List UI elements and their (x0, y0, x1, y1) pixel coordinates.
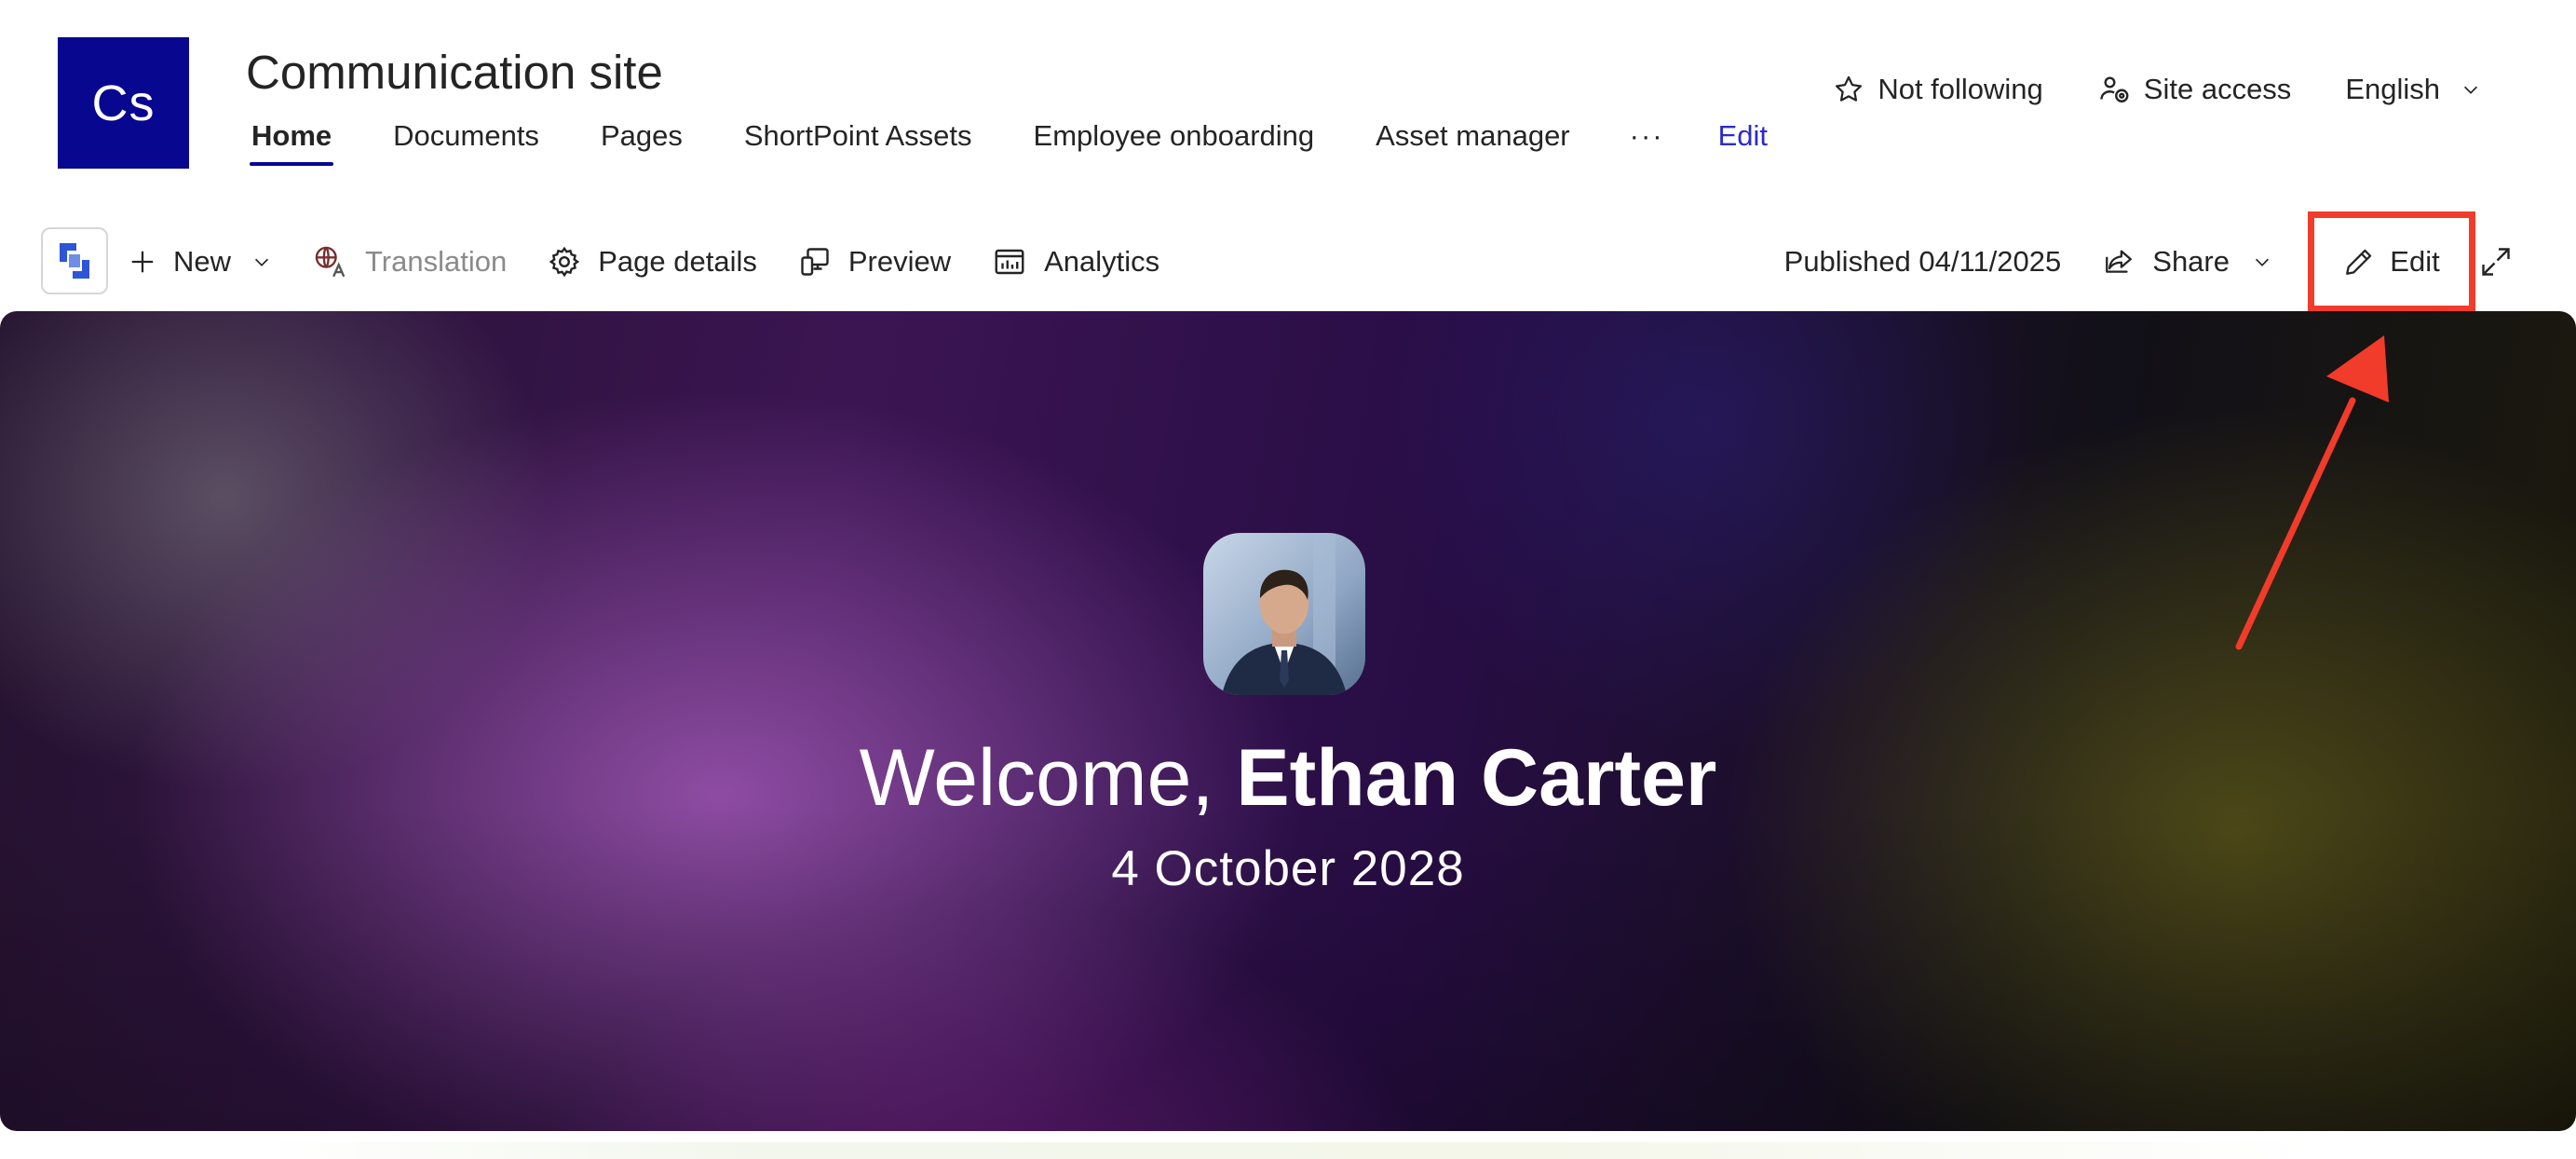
follow-button[interactable]: Not following (1833, 73, 2043, 106)
welcome-heading: Welcome, Ethan Carter (0, 732, 2576, 825)
site-access-label: Site access (2143, 73, 2292, 105)
expand-icon (2482, 248, 2510, 276)
hero-banner: Welcome, Ethan Carter 4 October 2028 (0, 311, 2576, 1131)
shortpoint-logo-icon (60, 243, 89, 279)
page-details-label: Page details (598, 245, 757, 278)
nav-more-button[interactable]: ··· (1630, 119, 1664, 153)
people-settings-icon (2100, 76, 2129, 102)
translation-icon (315, 246, 346, 278)
site-title[interactable]: Communication site (246, 45, 663, 100)
user-avatar (1203, 533, 1365, 695)
nav-item-home[interactable]: Home (250, 119, 334, 166)
welcome-prefix: Welcome, (859, 733, 1237, 823)
user-name: Ethan Carter (1236, 733, 1717, 823)
share-icon (2106, 250, 2133, 273)
page-details-button[interactable]: Page details (548, 245, 757, 279)
hero-date: 4 October 2028 (1111, 841, 1465, 896)
nav-item-pages[interactable]: Pages (599, 119, 685, 166)
command-bar-right: Published 04/11/2025 Share Edit (1783, 211, 2513, 312)
site-access-button[interactable]: Site access (2097, 73, 2292, 106)
nav-item-documents[interactable]: Documents (391, 119, 541, 166)
nav-item-employee-onboarding[interactable]: Employee onboarding (1032, 119, 1317, 166)
chevron-down-icon (2255, 258, 2270, 266)
nav-edit-link[interactable]: Edit (1718, 119, 1768, 153)
edit-label: Edit (2390, 245, 2440, 278)
edit-page-button[interactable]: Edit (2308, 211, 2475, 312)
preview-button[interactable]: Preview (798, 245, 951, 279)
command-bar-left: New Translation Page details Preview Ana… (129, 224, 1200, 300)
translation-label: Translation (365, 245, 508, 278)
page-bottom-edge (0, 1142, 2576, 1159)
gear-icon (549, 246, 580, 278)
translation-button[interactable]: Translation (313, 244, 507, 280)
pencil-icon (2346, 249, 2372, 275)
new-button[interactable]: New (129, 245, 272, 279)
expand-button[interactable] (2479, 245, 2513, 279)
analytics-button[interactable]: Analytics (992, 245, 1159, 279)
star-icon (1836, 75, 1863, 102)
site-navigation: Home Documents Pages ShortPoint Assets E… (250, 119, 1768, 171)
chevron-down-icon (2463, 86, 2478, 94)
follow-label: Not following (1878, 73, 2043, 105)
nav-item-shortpoint-assets[interactable]: ShortPoint Assets (742, 119, 974, 166)
hero-overlay (0, 311, 2576, 1131)
shortpoint-launcher-button[interactable] (41, 227, 108, 294)
language-label: English (2345, 73, 2440, 105)
header-actions: Not following Site access English (1779, 69, 2494, 110)
nav-item-asset-manager[interactable]: Asset manager (1374, 119, 1572, 166)
command-bar: New Translation Page details Preview Ana… (0, 211, 2576, 312)
analytics-icon (995, 249, 1024, 275)
chevron-down-icon (255, 258, 269, 266)
analytics-label: Analytics (1044, 245, 1160, 278)
plus-icon (131, 251, 154, 273)
new-label: New (173, 245, 232, 278)
share-label: Share (2152, 245, 2230, 278)
site-logo[interactable]: Cs (58, 37, 189, 169)
published-status: Published 04/11/2025 (1783, 245, 2062, 278)
language-selector[interactable]: English (2345, 73, 2494, 106)
share-button[interactable]: Share (2102, 245, 2272, 279)
preview-devices-icon (801, 248, 829, 276)
preview-label: Preview (847, 245, 952, 278)
annotation-arrow (2235, 335, 2389, 650)
